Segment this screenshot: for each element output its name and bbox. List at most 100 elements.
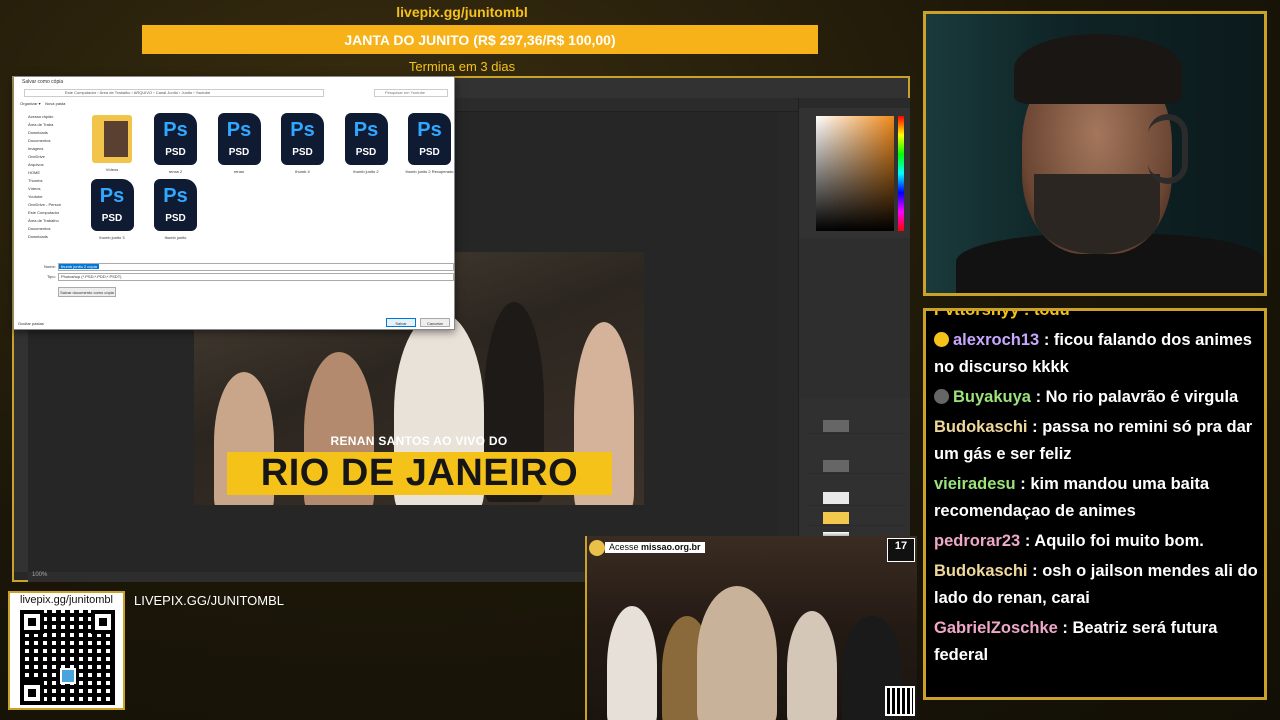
chat-message: vieiradesu : kim mandou uma baita recome… — [934, 471, 1258, 525]
streamer-hair — [1014, 34, 1182, 104]
hue-slider[interactable] — [898, 116, 904, 231]
file-item[interactable]: Ps PSD renan — [209, 113, 269, 174]
file-grid[interactable]: Vídeos Ps PSD renan 2 Ps PSD renan Ps PSD thumb 4… — [82, 113, 454, 263]
file-item[interactable]: Ps PSD renan 2 — [146, 113, 206, 174]
layer-row[interactable] — [809, 418, 905, 434]
file-item[interactable]: Ps PSD thumb junito 3 — [82, 179, 142, 240]
color-panel-tabs[interactable] — [799, 98, 910, 108]
goal-ends-text: Termina em 3 dias — [408, 59, 516, 74]
chat-username[interactable]: Budokaschi — [934, 418, 1028, 436]
qr-finder — [91, 610, 115, 634]
streamer-beard — [1034, 174, 1160, 254]
tree-item[interactable]: OneDrive - Person — [18, 201, 68, 209]
psd-icon-ps-text: Ps — [353, 119, 379, 141]
psd-icon-ext-text: PSD — [419, 147, 440, 158]
person-image — [697, 586, 777, 720]
file-item[interactable]: Ps PSD thumb 4 — [273, 113, 333, 174]
tree-item[interactable]: OneDrive — [18, 153, 68, 161]
file-item[interactable]: Ps PSD thumb junito — [146, 179, 206, 240]
person-image — [787, 611, 837, 720]
search-input[interactable]: Pesquisar em Youtube — [374, 89, 448, 97]
psd-file-icon: Ps PSD — [344, 113, 388, 165]
tree-item[interactable]: Este Computador — [18, 209, 68, 217]
chat-username[interactable]: GabrielZoschke — [934, 619, 1058, 637]
psd-file-icon: Ps PSD — [154, 179, 197, 231]
tree-item[interactable]: Documentos — [18, 225, 68, 233]
psd-icon-ps-text: Ps — [417, 119, 442, 141]
chat-message: pedrorar23 : Aquilo foi muito bom. — [934, 528, 1258, 555]
navigation-tree[interactable]: Acesso rápido Área de Traba Downloads Docum… — [18, 113, 68, 259]
file-label: thumb 4 — [295, 169, 310, 174]
psd-icon-ext-text: PSD — [101, 213, 123, 224]
webcam-feed — [923, 11, 1267, 296]
filetype-label: Tipo: — [47, 274, 56, 279]
chat-text: : Aquilo foi muito bom. — [1024, 532, 1204, 550]
tree-item[interactable]: Área de Trabalho — [18, 217, 68, 225]
cancel-button[interactable]: Cancelar — [420, 318, 450, 327]
chat-username[interactable]: alexroch13 — [953, 331, 1039, 349]
layer-row[interactable] — [809, 490, 905, 506]
channel-logo-icon — [589, 540, 605, 556]
organize-button[interactable]: Organizar ▾ — [20, 101, 41, 106]
filename-value: thumb junito 2 cópia — [59, 264, 99, 269]
psd-icon-ps-text: Ps — [226, 119, 252, 141]
psd-file-icon: Ps PSD — [90, 179, 134, 231]
psd-file-icon: Ps PSD — [281, 113, 324, 165]
filename-label: Nome: — [44, 264, 56, 269]
save-copy-button[interactable]: Salvar documento como cópia — [58, 287, 116, 297]
file-label: thumb junito 2 — [353, 169, 379, 174]
qr-finder — [20, 681, 44, 705]
filename-field[interactable]: thumb junito 2 cópia — [58, 263, 454, 271]
file-label: renan — [233, 169, 245, 174]
tree-item[interactable]: Downloads — [18, 129, 68, 137]
tree-item[interactable]: Thumbs — [18, 177, 68, 185]
properties-panel[interactable] — [799, 238, 910, 398]
color-picker-field[interactable] — [816, 116, 894, 231]
tree-item[interactable]: Acesso rápido — [18, 113, 68, 121]
chat-message: alexroch13 : ficou falando dos animes no… — [934, 327, 1258, 381]
psd-icon-ps-text: Ps — [99, 185, 125, 207]
chat-message: Buyakuya : No rio palavrão é virgula — [934, 384, 1258, 411]
tree-item[interactable]: Youtube — [18, 193, 68, 201]
file-label: thumb junito 2 Recuperado — [405, 169, 454, 174]
qr-widget: livepix.gg/junitombl — [8, 591, 125, 710]
chat-username[interactable]: pedrorar23 — [934, 532, 1020, 550]
tree-item[interactable]: Vídeos — [18, 185, 68, 193]
save-button[interactable]: Salvar — [386, 318, 416, 327]
chat-username[interactable]: vieiradesu — [934, 475, 1016, 493]
tree-item[interactable]: Downloads — [18, 233, 68, 241]
address-bar[interactable]: Este Computador › Área de Trabalho › ARQ… — [24, 89, 324, 97]
filetype-select[interactable]: Photoshop (*.PSD;*.PDD;*.PSDT) — [58, 273, 454, 281]
qr-label: livepix.gg/junitombl — [10, 593, 123, 606]
chat-panel[interactable]: Pvttorsnyy : todu alexroch13 : ficou fal… — [923, 308, 1267, 700]
file-label: renan 2 — [168, 169, 183, 174]
new-folder-button[interactable]: Nova pasta — [45, 101, 65, 106]
tree-item[interactable]: Arquivos — [18, 161, 68, 169]
tree-item[interactable]: HOME — [18, 169, 68, 177]
pix-logo-icon — [60, 668, 76, 684]
chat-message-partial: Pvttorsnyy : todu — [934, 308, 1070, 319]
chat-message: Budokaschi : passa no remini só pra dar … — [934, 414, 1258, 468]
layer-row[interactable] — [809, 458, 905, 474]
tree-item[interactable]: Área de Traba — [18, 121, 68, 129]
chat-message: Budokaschi : osh o jailson mendes ali do… — [934, 558, 1258, 612]
chat-username[interactable]: Budokaschi — [934, 562, 1028, 580]
person-image — [607, 606, 657, 720]
file-item[interactable]: Ps PSD thumb junito 2 Recuperado — [400, 113, 460, 174]
access-link: Acesse missao.org.br — [605, 542, 705, 553]
qr-code-icon — [20, 610, 115, 705]
tree-item[interactable]: Imagens — [18, 145, 68, 153]
chat-message: GabrielZoschke : Beatriz será futura fed… — [934, 615, 1258, 669]
psd-icon-ext-text: PSD — [165, 213, 186, 224]
qr-finder — [20, 610, 44, 634]
ps-right-panels[interactable] — [798, 98, 910, 582]
psd-icon-ps-text: Ps — [290, 119, 315, 141]
layer-row[interactable] — [809, 510, 905, 526]
file-item[interactable]: Vídeos — [82, 113, 142, 172]
hide-folders-toggle[interactable]: Ocultar pastas — [18, 321, 44, 326]
tree-item[interactable]: Documentos — [18, 137, 68, 145]
psd-icon-ext-text: PSD — [355, 147, 377, 158]
file-item[interactable]: Ps PSD thumb junito 2 — [336, 113, 396, 174]
qr-code-icon — [885, 686, 915, 716]
chat-username[interactable]: Buyakuya — [953, 388, 1031, 406]
